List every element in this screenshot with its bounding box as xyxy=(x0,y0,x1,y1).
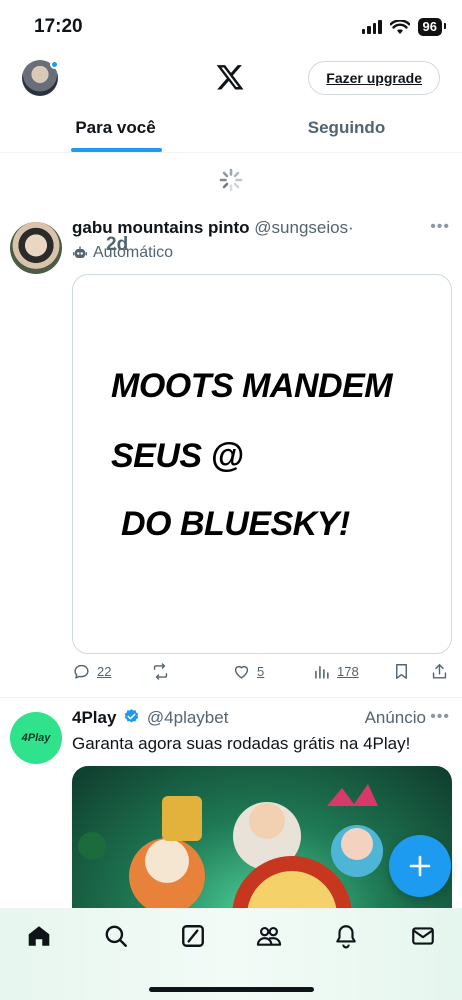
ad-author-handle[interactable]: @4playbet xyxy=(147,708,229,727)
messages-icon[interactable] xyxy=(410,923,436,949)
post-image[interactable]: MOOTS MANDEM SEUS @ DO BLUESKY! xyxy=(72,274,452,654)
ad-label: Anúncio xyxy=(364,708,426,727)
status-icons: 96 xyxy=(361,18,447,36)
loading-spinner-icon xyxy=(219,168,243,192)
like-button[interactable]: 5 xyxy=(232,662,264,681)
share-icon xyxy=(432,664,447,679)
tab-for-you[interactable]: Para você xyxy=(0,104,231,152)
more-options-icon[interactable]: ••• xyxy=(430,218,450,236)
notification-dot xyxy=(50,60,59,69)
views-button[interactable]: 178 xyxy=(312,662,359,681)
post-header: gabu mountains pinto @sungseios· 2d xyxy=(72,218,448,255)
post-actions: 22 5 178 xyxy=(72,662,450,688)
robot-icon xyxy=(73,246,87,258)
ad-image[interactable] xyxy=(72,766,452,916)
tab-for-you-label: Para você xyxy=(75,118,156,137)
image-text-line-1: MOOTS MANDEM xyxy=(111,367,393,405)
image-text-line-3: DO BLUESKY! xyxy=(121,505,350,543)
views-count: 178 xyxy=(337,664,359,679)
top-header: Fazer upgrade xyxy=(0,52,462,104)
ad-author-name[interactable]: 4Play xyxy=(72,708,116,727)
communities-icon[interactable] xyxy=(256,923,282,949)
ad-text: Garanta agora suas rodadas grátis na 4Pl… xyxy=(72,734,411,753)
separator-dot: · xyxy=(348,218,354,237)
verified-badge-icon xyxy=(124,709,139,723)
ad-artwork xyxy=(78,784,383,916)
reply-button[interactable]: 22 xyxy=(72,662,111,681)
home-indicator[interactable] xyxy=(149,987,314,992)
profile-avatar-button[interactable] xyxy=(22,60,59,96)
plus-icon xyxy=(409,855,431,877)
bookmark-button[interactable] xyxy=(392,662,411,681)
tab-following[interactable]: Seguindo xyxy=(231,104,462,152)
upgrade-button[interactable]: Fazer upgrade xyxy=(308,61,440,95)
notifications-icon[interactable] xyxy=(333,923,359,949)
ad-author-avatar[interactable]: 4Play xyxy=(10,712,62,764)
status-time: 17:20 xyxy=(34,16,83,37)
ad-avatar-logo: 4Play xyxy=(21,732,51,744)
repost-button[interactable] xyxy=(151,662,170,681)
compose-button[interactable] xyxy=(389,835,451,897)
ad-more-options-icon[interactable]: ••• xyxy=(430,708,450,726)
post-author-name[interactable]: gabu mountains pinto xyxy=(72,218,250,237)
views-icon xyxy=(315,665,329,679)
post-card[interactable]: gabu mountains pinto @sungseios· 2d ••• A… xyxy=(0,208,462,698)
reply-icon xyxy=(74,664,89,679)
status-bar: 17:20 96 xyxy=(0,0,462,52)
post-author-avatar[interactable] xyxy=(10,222,62,274)
active-tab-indicator xyxy=(71,148,162,152)
search-icon[interactable] xyxy=(103,923,129,949)
battery-indicator: 96 xyxy=(417,18,447,36)
tab-following-label: Seguindo xyxy=(307,118,386,137)
automated-label: Automático xyxy=(72,244,173,262)
grok-icon[interactable] xyxy=(180,923,206,949)
home-icon[interactable] xyxy=(26,923,52,949)
reply-count: 22 xyxy=(97,664,112,679)
automated-text: Automático xyxy=(93,244,174,261)
bottom-navigation xyxy=(0,908,462,1000)
like-count: 5 xyxy=(257,664,265,679)
repost-icon xyxy=(153,663,168,680)
x-logo-icon xyxy=(216,65,244,90)
post-author-handle[interactable]: @sungseios xyxy=(254,218,348,237)
heart-icon xyxy=(234,665,249,679)
wifi-icon xyxy=(389,19,410,34)
share-button[interactable] xyxy=(430,662,449,681)
signal-icon xyxy=(361,20,382,34)
image-text-line-2: SEUS @ xyxy=(111,437,244,475)
timeline-tabs: Para você Seguindo xyxy=(0,104,462,153)
bookmark-icon xyxy=(396,664,407,679)
